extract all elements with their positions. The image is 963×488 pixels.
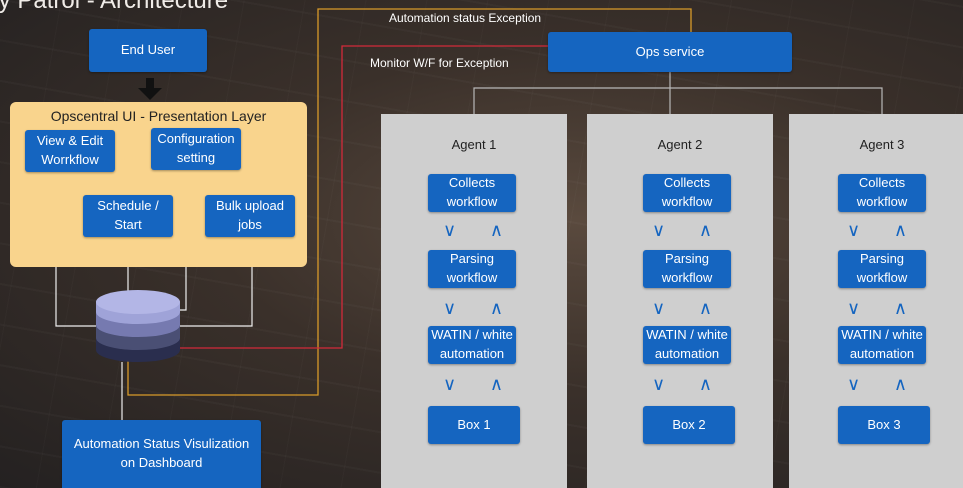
agent-1-title: Agent 1 — [451, 137, 497, 152]
configuration-setting-box: Configuration setting — [151, 128, 241, 170]
monitor-exception-label: Monitor W/F for Exception — [370, 56, 509, 70]
up-chevron-icon: ∧ — [489, 374, 503, 394]
presentation-layer-panel — [10, 102, 307, 267]
presentation-layer-title: Opscentral UI - Presentation Layer — [50, 108, 267, 124]
agent-1-parsing-box: Parsing workflow — [428, 250, 516, 288]
bulk-upload-jobs-box: Bulk upload jobs — [205, 195, 295, 237]
agent-2-arrows-2: ∨ ∧ — [652, 299, 712, 317]
down-chevron-icon: ∨ — [443, 374, 457, 394]
up-chevron-icon: ∧ — [698, 374, 712, 394]
agent-3-arrows-1: ∨ ∧ — [847, 221, 907, 239]
agent-3-arrows-3: ∨ ∧ — [847, 375, 907, 393]
automation-status-exception-label: Automation status Exception — [389, 11, 542, 25]
down-chevron-icon: ∨ — [847, 298, 861, 318]
agent-3-box: Box 3 — [838, 406, 930, 444]
agent-1-collects-box: Collects workflow — [428, 174, 516, 212]
up-chevron-icon: ∧ — [489, 298, 503, 318]
agent-1-watin-box: WATIN / white automation — [428, 326, 516, 364]
page-title: ty Patrol - Architecture — [0, 0, 229, 14]
up-chevron-icon: ∧ — [698, 298, 712, 318]
down-chevron-icon: ∨ — [847, 220, 861, 240]
dashboard-box: Automation Status Visulization on Dashbo… — [62, 420, 261, 488]
agent-2-arrows-1: ∨ ∧ — [652, 221, 712, 239]
end-user-box: End User — [89, 29, 207, 72]
down-chevron-icon: ∨ — [847, 374, 861, 394]
down-chevron-icon: ∨ — [652, 374, 666, 394]
down-chevron-icon: ∨ — [652, 220, 666, 240]
up-chevron-icon: ∧ — [489, 220, 503, 240]
agent-2-collects-box: Collects workflow — [643, 174, 731, 212]
agent-2-title: Agent 2 — [657, 137, 703, 152]
schedule-start-box: Schedule / Start — [83, 195, 173, 237]
down-chevron-icon: ∨ — [443, 298, 457, 318]
agent-1-box: Box 1 — [428, 406, 520, 444]
agent-2-parsing-box: Parsing workflow — [643, 250, 731, 288]
down-chevron-icon: ∨ — [443, 220, 457, 240]
agent-3-title: Agent 3 — [859, 137, 905, 152]
agent-3-parsing-box: Parsing workflow — [838, 250, 926, 288]
down-chevron-icon: ∨ — [652, 298, 666, 318]
agent-1-arrows-2: ∨ ∧ — [443, 299, 503, 317]
up-chevron-icon: ∧ — [698, 220, 712, 240]
agent-2-watin-box: WATIN / white automation — [643, 326, 731, 364]
agent-2-arrows-3: ∨ ∧ — [652, 375, 712, 393]
agent-2-box: Box 2 — [643, 406, 735, 444]
ops-service-box: Ops service — [548, 32, 792, 72]
agent-3-arrows-2: ∨ ∧ — [847, 299, 907, 317]
agent-1-arrows-1: ∨ ∧ — [443, 221, 503, 239]
database-icon — [96, 290, 180, 362]
up-chevron-icon: ∧ — [893, 298, 907, 318]
agent-3-watin-box: WATIN / white automation — [838, 326, 926, 364]
agent-3-collects-box: Collects workflow — [838, 174, 926, 212]
up-chevron-icon: ∧ — [893, 374, 907, 394]
up-chevron-icon: ∧ — [893, 220, 907, 240]
agent-1-arrows-3: ∨ ∧ — [443, 375, 503, 393]
view-edit-workflow-box: View & Edit Worrkflow — [25, 130, 115, 172]
down-arrow-icon — [138, 78, 162, 100]
